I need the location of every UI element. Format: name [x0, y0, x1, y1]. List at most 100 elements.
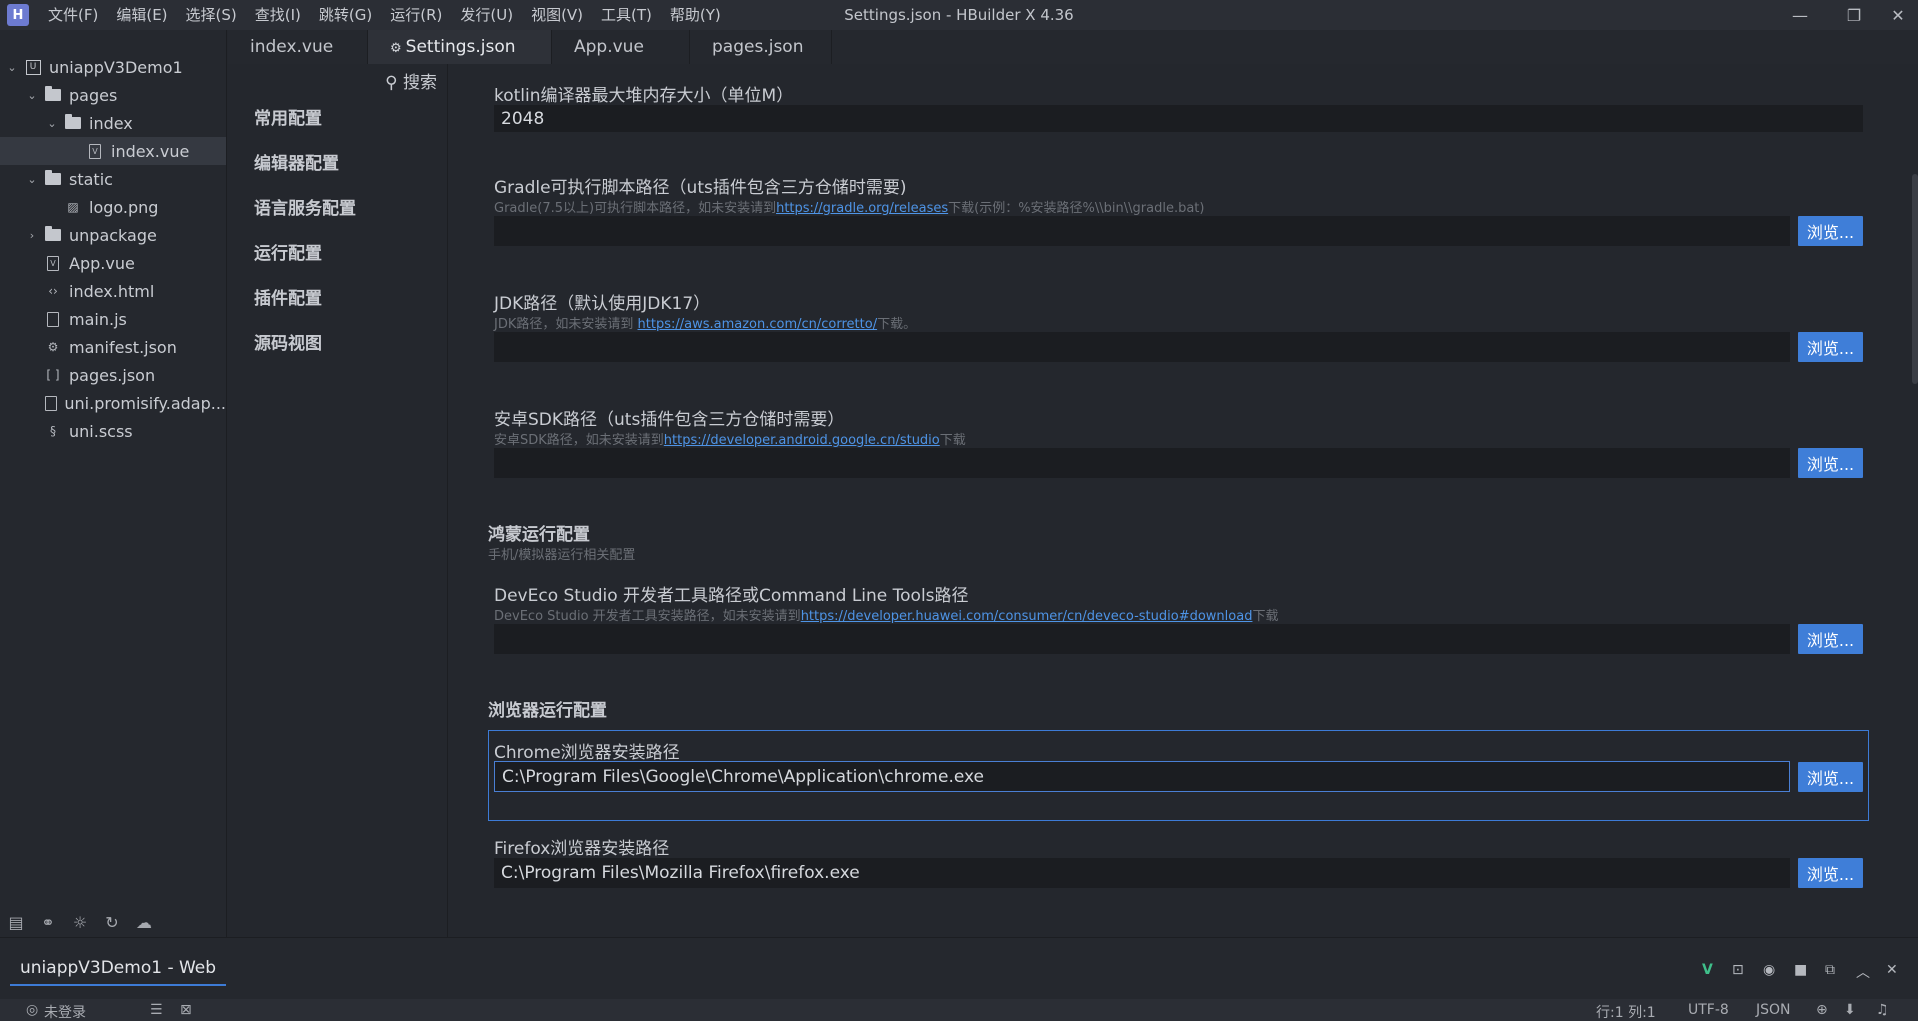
close-panel-icon[interactable]: ✕: [1886, 962, 1898, 978]
nav-run-config[interactable]: 运行配置: [254, 239, 322, 264]
terminal-icon[interactable]: ⊠: [180, 1002, 192, 1018]
tab-settings-json[interactable]: ⚙ Settings.json: [368, 30, 552, 64]
deveco-path-input[interactable]: [494, 624, 1790, 654]
jdk-path-input[interactable]: [494, 332, 1790, 362]
jdk-download-link[interactable]: https://aws.amazon.com/cn/corretto/: [638, 317, 878, 332]
tree-item-app-vue[interactable]: V App.vue: [0, 249, 226, 277]
android-sdk-download-link[interactable]: https://developer.android.google.cn/stud…: [664, 433, 940, 448]
tree-item-index-vue[interactable]: V index.vue: [0, 137, 226, 165]
nav-language-service-config[interactable]: 语言服务配置: [254, 194, 356, 219]
menu-publish[interactable]: 发行(U): [451, 0, 522, 30]
android-sdk-browse-button[interactable]: 浏览...: [1798, 448, 1863, 478]
tree-item-pages[interactable]: ⌄ pages: [0, 81, 226, 109]
tree-item-main-js[interactable]: main.js: [0, 305, 226, 333]
chrome-browse-button[interactable]: 浏览...: [1798, 762, 1863, 792]
menu-edit[interactable]: 编辑(E): [107, 0, 176, 30]
tree-item-static[interactable]: ⌄ static: [0, 165, 226, 193]
nav-source-view[interactable]: 源码视图: [254, 329, 322, 354]
cloud-icon[interactable]: ☁: [134, 913, 154, 932]
desc-text: 下载(示例：%安装路径%\\bin\\gradle.bat): [948, 201, 1205, 216]
tree-item-project[interactable]: ⌄ U uniappV3Demo1: [0, 53, 226, 81]
tree-item-unpackage[interactable]: › unpackage: [0, 221, 226, 249]
chevron-right-icon[interactable]: ›: [26, 229, 38, 242]
nav-plugin-config[interactable]: 插件配置: [254, 284, 322, 309]
settings-nav: ⚲ 搜索 常用配置 编辑器配置 语言服务配置 运行配置 插件配置 源码视图: [228, 64, 448, 937]
login-status[interactable]: 未登录: [44, 1002, 86, 1021]
user-icon[interactable]: ◎: [26, 1002, 38, 1018]
nav-common-config[interactable]: 常用配置: [254, 104, 322, 129]
tree-item-label: uniappV3Demo1: [49, 57, 183, 77]
status-bar: ◎ 未登录 ☰ ⊠ 行:1 列:1 UTF-8 JSON ⊕ ⬇ ♫: [0, 999, 1918, 1021]
encoding-indicator[interactable]: UTF-8: [1688, 1002, 1729, 1018]
vertical-scrollbar[interactable]: [1912, 174, 1918, 384]
tree-item-index-folder[interactable]: ⌄ index: [0, 109, 226, 137]
lock-icon[interactable]: ⊡: [1732, 962, 1744, 978]
gradle-download-link[interactable]: https://gradle.org/releases: [776, 201, 948, 216]
deveco-download-link[interactable]: https://developer.huawei.com/consumer/cn…: [801, 609, 1253, 624]
tree-item-uni-scss[interactable]: § uni.scss: [0, 417, 226, 445]
jdk-path-desc: JDK路径，如未安装请到 https://aws.amazon.com/cn/c…: [494, 313, 916, 332]
gradle-path-input[interactable]: [494, 216, 1790, 246]
refresh-icon[interactable]: ↻: [102, 913, 122, 932]
open-external-icon[interactable]: ⧉: [1825, 962, 1835, 978]
language-mode[interactable]: JSON: [1756, 1002, 1791, 1018]
tab-pages-json[interactable]: pages.json: [690, 30, 832, 64]
chevron-down-icon[interactable]: ⌄: [26, 89, 38, 102]
search-label: 搜索: [403, 73, 437, 93]
vue-icon[interactable]: V: [1702, 962, 1713, 978]
settings-content: kotlin编译器最大堆内存大小（单位M） Gradle可执行脚本路径（uts插…: [449, 64, 1918, 937]
close-window-button[interactable]: ✕: [1876, 0, 1918, 30]
tree-item-index-html[interactable]: ‹› index.html: [0, 277, 226, 305]
gradle-browse-button[interactable]: 浏览...: [1798, 216, 1863, 246]
folder-icon: [44, 226, 62, 243]
menu-view[interactable]: 视图(V): [522, 0, 592, 30]
menu-tools[interactable]: 工具(T): [592, 0, 661, 30]
chevron-down-icon[interactable]: ⌄: [26, 173, 38, 186]
gradle-path-label: Gradle可执行脚本路径（uts插件包含三方仓储时需要): [494, 178, 907, 198]
maximize-button[interactable]: ❐: [1832, 0, 1876, 30]
binoculars-icon[interactable]: ⚭: [38, 913, 58, 932]
tree-item-label: uni.scss: [69, 421, 133, 441]
record-icon[interactable]: ◉: [1763, 962, 1775, 978]
android-sdk-input[interactable]: [494, 448, 1790, 478]
search-icon: ⚲: [385, 73, 403, 93]
jdk-browse-button[interactable]: 浏览...: [1798, 332, 1863, 362]
js-file-icon: [44, 311, 62, 327]
kotlin-heap-input[interactable]: [494, 105, 1863, 132]
explorer-icon[interactable]: ▤: [6, 913, 26, 932]
menu-find[interactable]: 查找(I): [246, 0, 310, 30]
deveco-browse-button[interactable]: 浏览...: [1798, 624, 1863, 654]
folder-icon: [64, 114, 82, 131]
nav-editor-config[interactable]: 编辑器配置: [254, 149, 339, 174]
menu-help[interactable]: 帮助(Y): [661, 0, 730, 30]
harmony-section-desc: 手机/模拟器运行相关配置: [488, 548, 636, 563]
tree-item-uni-promisify[interactable]: uni.promisify.adap...: [0, 389, 226, 417]
cursor-position[interactable]: 行:1 列:1: [1596, 1002, 1656, 1021]
bell-icon[interactable]: ♫: [1876, 1002, 1889, 1018]
chevron-down-icon[interactable]: ⌄: [6, 61, 18, 74]
tree-item-manifest[interactable]: ⚙ manifest.json: [0, 333, 226, 361]
tree-item-label: uni.promisify.adap...: [64, 393, 226, 413]
tab-index-vue[interactable]: index.vue: [228, 30, 368, 64]
bug-icon[interactable]: ☼: [70, 913, 90, 932]
tab-app-vue[interactable]: App.vue: [552, 30, 690, 64]
gear-icon: ⚙: [390, 41, 402, 56]
firefox-path-input[interactable]: [494, 858, 1790, 888]
notification-icon[interactable]: ⊕: [1816, 1002, 1828, 1018]
chevron-up-icon[interactable]: ︿: [1856, 962, 1870, 982]
console-tab-web[interactable]: uniappV3Demo1 - Web: [10, 958, 227, 986]
minimize-button[interactable]: —: [1778, 0, 1822, 30]
list-icon[interactable]: ☰: [150, 1002, 163, 1018]
menu-run[interactable]: 运行(R): [381, 0, 451, 30]
tree-item-pages-json[interactable]: [ ] pages.json: [0, 361, 226, 389]
chrome-path-input[interactable]: [494, 761, 1790, 792]
stop-icon[interactable]: ■: [1794, 962, 1807, 978]
download-icon[interactable]: ⬇: [1844, 1002, 1856, 1018]
firefox-browse-button[interactable]: 浏览...: [1798, 858, 1863, 888]
menu-file[interactable]: 文件(F): [39, 0, 107, 30]
tree-item-logo[interactable]: ▨ logo.png: [0, 193, 226, 221]
settings-search[interactable]: ⚲ 搜索: [385, 68, 437, 93]
menu-select[interactable]: 选择(S): [177, 0, 246, 30]
chevron-down-icon[interactable]: ⌄: [46, 117, 58, 130]
menu-goto[interactable]: 跳转(G): [310, 0, 381, 30]
